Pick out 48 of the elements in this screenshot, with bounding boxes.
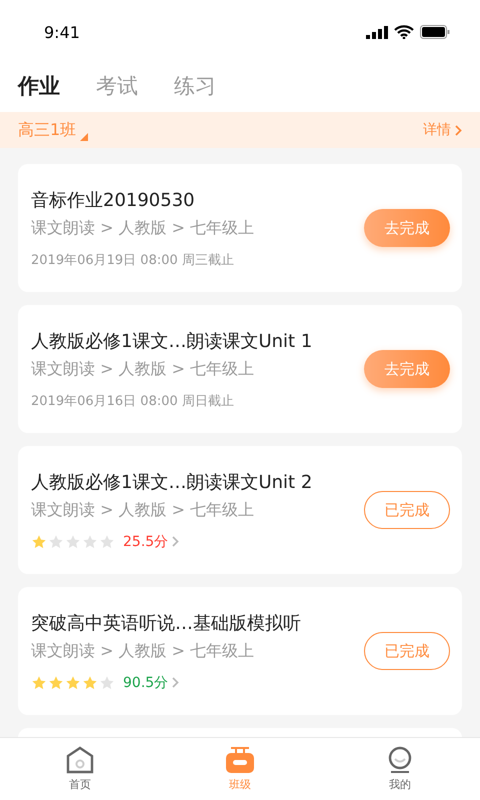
home-icon: [65, 746, 95, 774]
task-card[interactable]: 人教版必修1课文…朗读课文Unit 1 课文朗读 > 人教版 > 七年级上 2019年06月16日 08:00 周日截止 去完成: [18, 305, 462, 433]
task-path: 课文朗读 > 人教版 > 七年级上: [31, 640, 256, 662]
wifi-icon: [394, 25, 414, 39]
chevron-icon: [172, 536, 180, 547]
chevron-icon: [172, 677, 180, 688]
chevron-icon: [455, 124, 462, 136]
star-icon: [65, 534, 81, 550]
task-card[interactable]: 人教版必修1课文…朗读课文Unit 2 课文朗读 > 人教版 > 七年级上 25.5分 已完成: [18, 446, 462, 574]
nav-item[interactable]: 首页: [0, 738, 160, 800]
task-deadline: 2019年06月16日 08:00 周日截止: [31, 392, 235, 410]
star-icon: [48, 534, 64, 550]
star-icon: [48, 674, 64, 690]
details-link[interactable]: 详情: [423, 121, 462, 139]
task-path: 课文朗读 > 人教版 > 七年级上: [31, 500, 256, 520]
status-time: 9:41: [44, 22, 80, 42]
tab[interactable]: 练习: [174, 72, 216, 100]
complete-button[interactable]: 去完成: [364, 209, 450, 247]
tab[interactable]: 考试: [96, 72, 138, 100]
task-title: 人教版必修1课文…朗读课文Unit 2: [31, 470, 314, 494]
task-deadline: 2019年06月19日 08:00 周三截止: [31, 252, 235, 268]
battery-icon: [420, 25, 450, 39]
score-link[interactable]: 25.5分: [123, 532, 180, 550]
completed-button[interactable]: 已完成: [364, 632, 450, 670]
score-link[interactable]: 90.5分: [123, 674, 180, 692]
completed-button[interactable]: 已完成: [364, 491, 450, 529]
task-path: 课文朗读 > 人教版 > 七年级上: [31, 218, 256, 238]
star-icon: [65, 674, 81, 690]
star-icon: [99, 534, 115, 550]
star-icon: [31, 674, 47, 690]
signal-icon: [366, 26, 388, 38]
nav-item[interactable]: 我的: [320, 738, 480, 800]
task-card[interactable]: 突破高中英语听说…基础版模拟听 课文朗读 > 人教版 > 七年级上 90.5分 已完成: [18, 587, 462, 715]
task-path: 课文朗读 > 人教版 > 七年级上: [31, 358, 256, 380]
class-icon: [225, 746, 255, 774]
star-icon: [82, 674, 98, 690]
star-icon: [82, 534, 98, 550]
task-title: 突破高中英语听说…基础版模拟听: [31, 612, 302, 634]
complete-button[interactable]: 去完成: [364, 350, 450, 388]
nav-item[interactable]: 班级: [160, 738, 320, 800]
tab[interactable]: 作业: [18, 72, 60, 100]
star-icon: [99, 674, 115, 690]
class-selector[interactable]: 高三1班: [18, 120, 88, 140]
task-title: 人教版必修1课文…朗读课文Unit 1: [31, 330, 314, 352]
task-title: 音标作业20190530: [31, 188, 196, 212]
star-icon: [31, 534, 47, 550]
task-card[interactable]: 音标作业20190530 课文朗读 > 人教版 > 七年级上 2019年06月19日 08:00 周三截止 去完成: [18, 164, 462, 292]
dropdown-icon: [80, 132, 88, 140]
